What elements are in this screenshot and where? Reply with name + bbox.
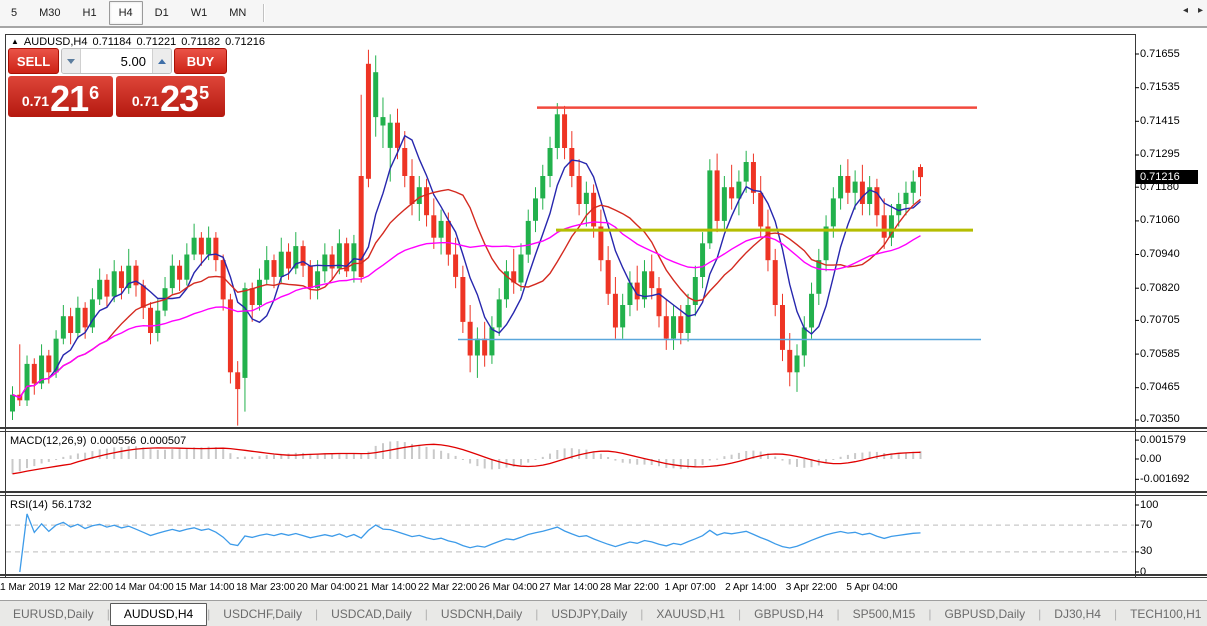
arrow-up-icon: [157, 58, 166, 64]
ohlc-low: 0.71182: [181, 36, 221, 48]
sell-button[interactable]: SELL: [8, 48, 60, 74]
volume-input[interactable]: 5.00: [80, 49, 153, 73]
collapse-trade-panel-icon[interactable]: ▲: [11, 37, 19, 46]
sell-price-prefix: 0.71: [21, 93, 50, 109]
macd-label: MACD(12,26,9) 0.000556 0.000507: [10, 435, 190, 447]
sell-price-box[interactable]: 0.71 21 6: [8, 76, 113, 117]
one-click-trading-panel: SELL 5.00 BUY 0.71 21 6 0.71 23 5: [8, 48, 228, 117]
arrow-down-icon: [67, 58, 76, 64]
buy-price-box[interactable]: 0.71 23 5: [116, 76, 225, 117]
ohlc-high: 0.71221: [136, 36, 177, 48]
buy-price-pip: 5: [199, 83, 210, 103]
buy-price-prefix: 0.71: [131, 93, 160, 109]
rsi-value: 56.1732: [51, 499, 92, 511]
rsi-label: RSI(14) 56.1732: [10, 499, 96, 511]
mt4-window: 5 M30 H1 H4 D1 W1 MN ▲ AUDUSD,H4 0.71184 0.71221 0…: [0, 0, 1207, 626]
volume-decrease-button[interactable]: [62, 49, 81, 73]
buy-price-main: 23: [160, 78, 199, 119]
sell-price-main: 21: [50, 78, 89, 119]
rsi-name: RSI(14): [10, 499, 48, 511]
macd-value-main: 0.000556: [90, 435, 137, 447]
sell-price-pip: 6: [89, 83, 100, 103]
current-price-badge: 0.71216: [1136, 170, 1198, 185]
macd-value-signal: 0.000507: [140, 435, 187, 447]
chart-symbol-period: AUDUSD,H4: [23, 36, 88, 48]
macd-name: MACD(12,26,9): [10, 435, 87, 447]
buy-button[interactable]: BUY: [173, 48, 228, 74]
chart-header: ▲ AUDUSD,H4 0.71184 0.71221 0.71182 0.71216: [11, 36, 270, 48]
volume-increase-button[interactable]: [152, 49, 171, 73]
ohlc-close: 0.71216: [225, 36, 265, 48]
volume-spinner: 5.00: [61, 48, 172, 74]
ohlc-open: 0.71184: [92, 36, 132, 48]
